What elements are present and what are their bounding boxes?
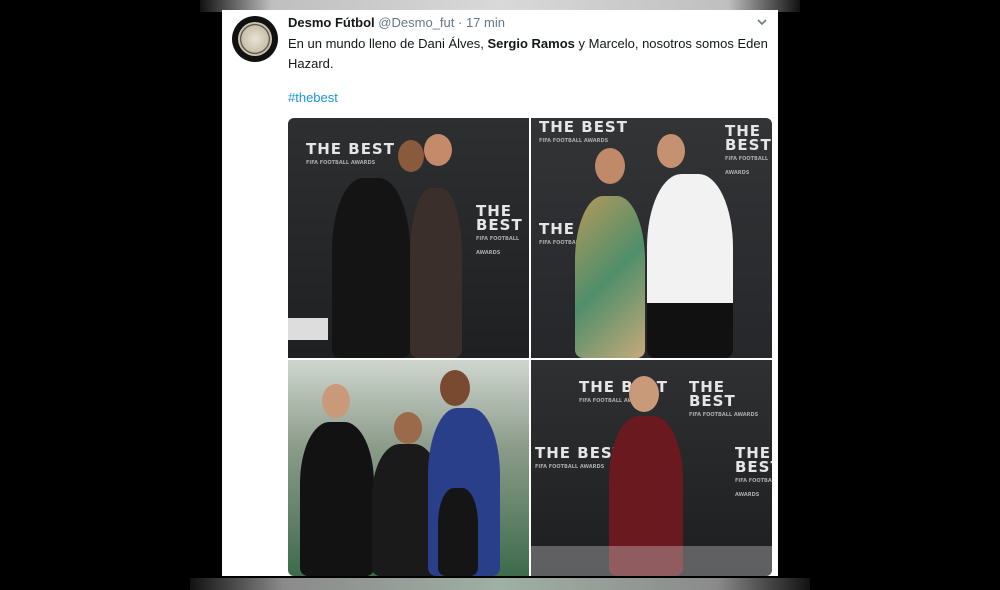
person-head: [322, 384, 350, 418]
person-dress: [410, 188, 462, 358]
person-dress: [300, 422, 374, 576]
photo-sergio-ramos[interactable]: THE BEST FIFA FOOTBALL AWARDS THE BEST FIF…: [531, 118, 772, 358]
the-best-logo: THE BESTFIFA FOOTBALL AWARDS: [476, 202, 523, 257]
person-head: [595, 148, 625, 184]
person-head: [629, 376, 659, 412]
the-best-logo: THE BESTFIFA FOOTBALL AWARDS: [689, 378, 759, 419]
photo-eden-hazard[interactable]: THE BEST FIFA FOOTBALL AWARDS THE BEST FIF…: [531, 360, 772, 576]
display-name[interactable]: Desmo Fútbol: [288, 15, 375, 30]
avatar[interactable]: [232, 16, 278, 62]
person-head: [440, 370, 470, 406]
tweet-text: En un mundo lleno de Dani Álves, Sergio …: [288, 34, 768, 74]
person-head: [394, 412, 422, 444]
person-head: [424, 134, 452, 166]
child-suit: [438, 488, 478, 576]
the-best-logo: THE BESTFIFA FOOTBALL AWARDS: [539, 118, 628, 145]
tweet-text-part1: En un mundo lleno de Dani Álves,: [288, 36, 488, 51]
the-best-logo: THE BESTFIFA FOOTBALL AWARDS: [306, 140, 395, 167]
timestamp[interactable]: 17 min: [466, 15, 505, 30]
photo-dani-alves[interactable]: THE BEST FIFA FOOTBALL AWARDS THE BEST FIF…: [288, 118, 529, 358]
person-suit: [647, 174, 733, 358]
the-best-logo: THE BESTFIFA FOOTBALL AWARDS: [735, 444, 772, 499]
photo-grid: THE BEST FIFA FOOTBALL AWARDS THE BEST FIF…: [288, 118, 772, 576]
separator-dot: ·: [457, 15, 463, 30]
chevron-down-icon[interactable]: [756, 16, 768, 28]
the-best-logo: THE BESTFIFA FOOTBALL AWARDS: [725, 122, 772, 177]
person-head: [398, 140, 424, 172]
number-sign: [288, 318, 328, 340]
person-dress: [575, 196, 645, 358]
hashtag-link[interactable]: #thebest: [288, 90, 338, 105]
tweet-card[interactable]: Desmo Fútbol @Desmo_fut · 17 min En un m…: [222, 10, 778, 576]
tweet-header: Desmo Fútbol @Desmo_fut · 17 min: [288, 15, 505, 30]
bottom-background-strip: [190, 578, 810, 590]
handle[interactable]: @Desmo_fut: [378, 15, 454, 30]
floor-numbers: [531, 546, 772, 576]
desmo-logo-icon: [238, 22, 272, 56]
person-head: [657, 134, 685, 168]
photo-marcelo[interactable]: [288, 360, 529, 576]
tweet-text-bold: Sergio Ramos: [487, 36, 575, 51]
person-suit: [332, 178, 410, 358]
